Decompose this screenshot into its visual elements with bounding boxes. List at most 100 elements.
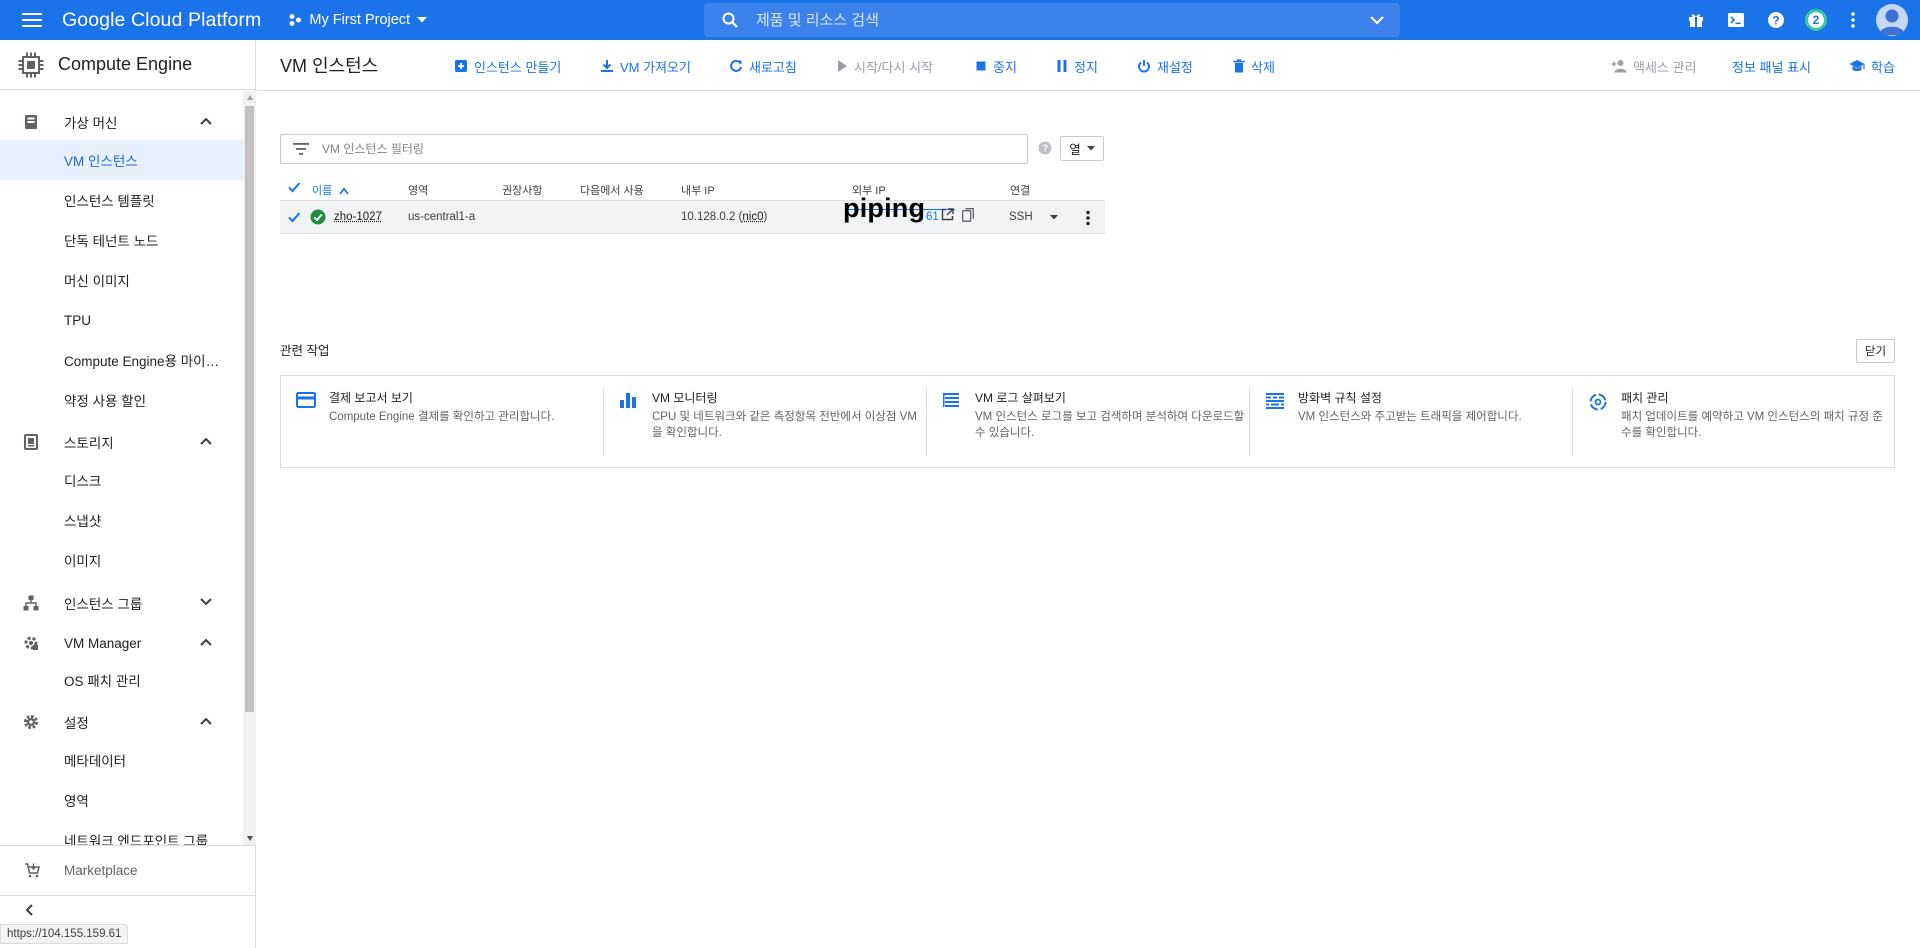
sidebar-item-migrate[interactable]: Compute Engine용 마이그... (0, 340, 243, 380)
nic-link[interactable]: nic0 (742, 211, 763, 223)
patch-icon (1588, 392, 1608, 412)
learn-button[interactable]: 학습 (1849, 53, 1895, 79)
gift-icon[interactable] (1676, 0, 1716, 40)
scroll-up-arrow-icon[interactable] (247, 95, 253, 100)
columns-button[interactable]: 열 (1060, 136, 1104, 161)
stop-button[interactable]: 중지 (975, 53, 1017, 79)
project-selector[interactable]: My First Project (288, 4, 428, 36)
sidebar-item-label: 메타데이터 (64, 754, 127, 769)
manage-access-button[interactable]: 액세스 관리 (1611, 53, 1696, 79)
status-running-icon (310, 209, 326, 225)
scroll-down-arrow-icon[interactable] (247, 836, 253, 841)
hamburger-menu-icon[interactable] (18, 6, 46, 34)
sidebar-item-disks[interactable]: 디스크 (0, 460, 243, 500)
search-bar[interactable] (704, 3, 1400, 37)
sidebar-header: Compute Engine (0, 40, 255, 90)
sidebar-scrollbar[interactable] (243, 91, 256, 845)
sidebar-item-os-patch[interactable]: OS 패치 관리 (0, 660, 243, 700)
cloud-shell-icon[interactable] (1716, 0, 1756, 40)
sidebar-item-label: 디스크 (64, 474, 102, 489)
show-info-panel-button[interactable]: 정보 패널 표시 (1732, 53, 1811, 79)
ssh-button[interactable]: SSH (1009, 211, 1033, 223)
refresh-button[interactable]: 새로고침 (729, 53, 797, 79)
card-vm-monitoring[interactable]: VM 모니터링 CPU 및 네트워크와 같은 측정항목 전반에서 이상점 VM을… (604, 376, 927, 467)
column-header-recommendation[interactable]: 권장사항 (502, 182, 542, 198)
sidebar-section-settings[interactable]: 설정 (0, 702, 243, 742)
sidebar-scrollbar-thumb[interactable] (245, 106, 254, 712)
reset-label: 재설정 (1157, 59, 1193, 75)
sidebar-item-vm-instances[interactable]: VM 인스턴스 (0, 140, 243, 180)
sidebar-item-machine-images[interactable]: 머신 이미지 (0, 260, 243, 300)
refresh-icon (729, 59, 743, 73)
sidebar-item-metadata[interactable]: 메타데이터 (0, 740, 243, 780)
search-input[interactable] (756, 11, 1336, 29)
table-row[interactable]: zho-1027 us-central1-a 10.128.0.2 (nic0)… (280, 201, 1105, 234)
help-icon[interactable]: ? (1038, 141, 1052, 155)
sidebar-section-vm[interactable]: 가상 머신 (0, 102, 243, 142)
close-related-button[interactable]: 닫기 (1856, 339, 1895, 363)
card-title: VM 로그 살펴보기 (975, 391, 1066, 405)
sidebar-item-committed-use[interactable]: 약정 사용 할인 (0, 380, 243, 420)
more-vert-icon[interactable] (1836, 0, 1870, 40)
sidebar-section-label: 스토리지 (64, 436, 114, 451)
create-instance-label: 인스턴스 만들기 (474, 59, 562, 75)
column-header-internal-ip[interactable]: 내부 IP (681, 182, 715, 198)
sidebar-item-tpu[interactable]: TPU (0, 300, 243, 340)
card-patch-management[interactable]: 패치 관리 패치 업데이트를 예약하고 VM 인스턴스의 패치 규정 준수를 확… (1573, 376, 1894, 467)
sidebar-item-network-endpoint-groups[interactable]: 네트워크 엔드포인트 그룹 (0, 820, 243, 845)
sidebar-section-storage[interactable]: 스토리지 (0, 422, 243, 462)
card-desc: Compute Engine 결제를 확인하고 관리합니다. (329, 411, 555, 423)
sidebar-item-zones[interactable]: 영역 (0, 780, 243, 820)
column-header-name[interactable]: 이름 (312, 182, 350, 198)
row-more-vert-icon[interactable] (1086, 210, 1090, 226)
instance-filter[interactable] (280, 134, 1028, 164)
school-icon (1849, 59, 1865, 73)
row-checkbox[interactable] (287, 210, 301, 224)
open-in-new-icon[interactable] (941, 208, 954, 221)
copy-icon[interactable] (962, 208, 974, 222)
chevron-up-icon (200, 117, 212, 125)
notifications-badge[interactable]: 2 (1796, 0, 1836, 40)
delete-button[interactable]: 삭제 (1233, 53, 1275, 79)
stop-label: 중지 (993, 59, 1017, 75)
sidebar-section-instance-groups[interactable]: 인스턴스 그룹 (0, 583, 243, 623)
instance-name-link[interactable]: zho-1027 (334, 211, 382, 223)
card-desc: CPU 및 네트워크와 같은 측정항목 전반에서 이상점 VM을 확인합니다. (652, 411, 917, 439)
filter-icon (293, 143, 309, 155)
start-resume-button[interactable]: 시작/다시 시작 (836, 53, 933, 79)
suspend-button[interactable]: 정지 (1056, 53, 1098, 79)
column-header-zone[interactable]: 영역 (408, 182, 428, 198)
sidebar-section-vm-manager[interactable]: VM Manager (0, 623, 243, 663)
related-actions-title: 관련 작업 (280, 344, 330, 358)
help-icon[interactable]: ? (1756, 0, 1796, 40)
avatar[interactable] (1876, 4, 1908, 36)
status-url: https://104.155.159.61 (0, 924, 129, 944)
card-firewall[interactable]: 방화벽 규칙 설정 VM 인스턴스와 주고받는 트래픽을 제어합니다. (1250, 376, 1573, 467)
pause-icon (1056, 59, 1068, 73)
sidebar-item-snapshots[interactable]: 스냅샷 (0, 500, 243, 540)
action-toolbar: VM 인스턴스 인스턴스 만들기 VM 가져오기 새로고침 시작/다시 시작 중… (257, 40, 1920, 91)
ssh-dropdown-icon[interactable] (1050, 215, 1058, 220)
column-header-connect[interactable]: 연결 (1010, 182, 1030, 198)
filter-input[interactable] (322, 142, 922, 156)
product-logo[interactable]: Google Cloud Platform (62, 9, 261, 32)
card-vm-logs[interactable]: VM 로그 살펴보기 VM 인스턴스 로그를 보고 검색하며 분석하여 다운로드… (927, 376, 1250, 467)
sidebar-item-marketplace[interactable]: Marketplace (0, 845, 256, 895)
chevron-up-icon (200, 638, 212, 646)
card-billing[interactable]: 결제 보고서 보기 Compute Engine 결제를 확인하고 관리합니다. (281, 376, 604, 467)
external-ip-suffix[interactable]: 61 (926, 211, 939, 223)
expand-search-icon[interactable] (1368, 11, 1386, 29)
import-vm-button[interactable]: VM 가져오기 (600, 53, 691, 79)
create-instance-button[interactable]: 인스턴스 만들기 (454, 53, 561, 79)
sidebar-item-sole-tenant-nodes[interactable]: 단독 테넌트 노드 (0, 220, 243, 260)
chevron-up-icon (200, 437, 212, 445)
collapse-icon[interactable] (23, 903, 37, 917)
sidebar-item-instance-templates[interactable]: 인스턴스 템플릿 (0, 180, 243, 220)
column-header-in-use-by[interactable]: 다음에서 사용 (580, 182, 644, 198)
reset-button[interactable]: 재설정 (1137, 53, 1193, 79)
chevron-up-icon (200, 717, 212, 725)
sidebar-item-images[interactable]: 이미지 (0, 540, 243, 580)
select-all-checkbox[interactable] (287, 180, 301, 194)
import-icon (600, 59, 614, 73)
card-desc: 패치 업데이트를 예약하고 VM 인스턴스의 패치 규정 준수를 확인합니다. (1621, 411, 1883, 439)
